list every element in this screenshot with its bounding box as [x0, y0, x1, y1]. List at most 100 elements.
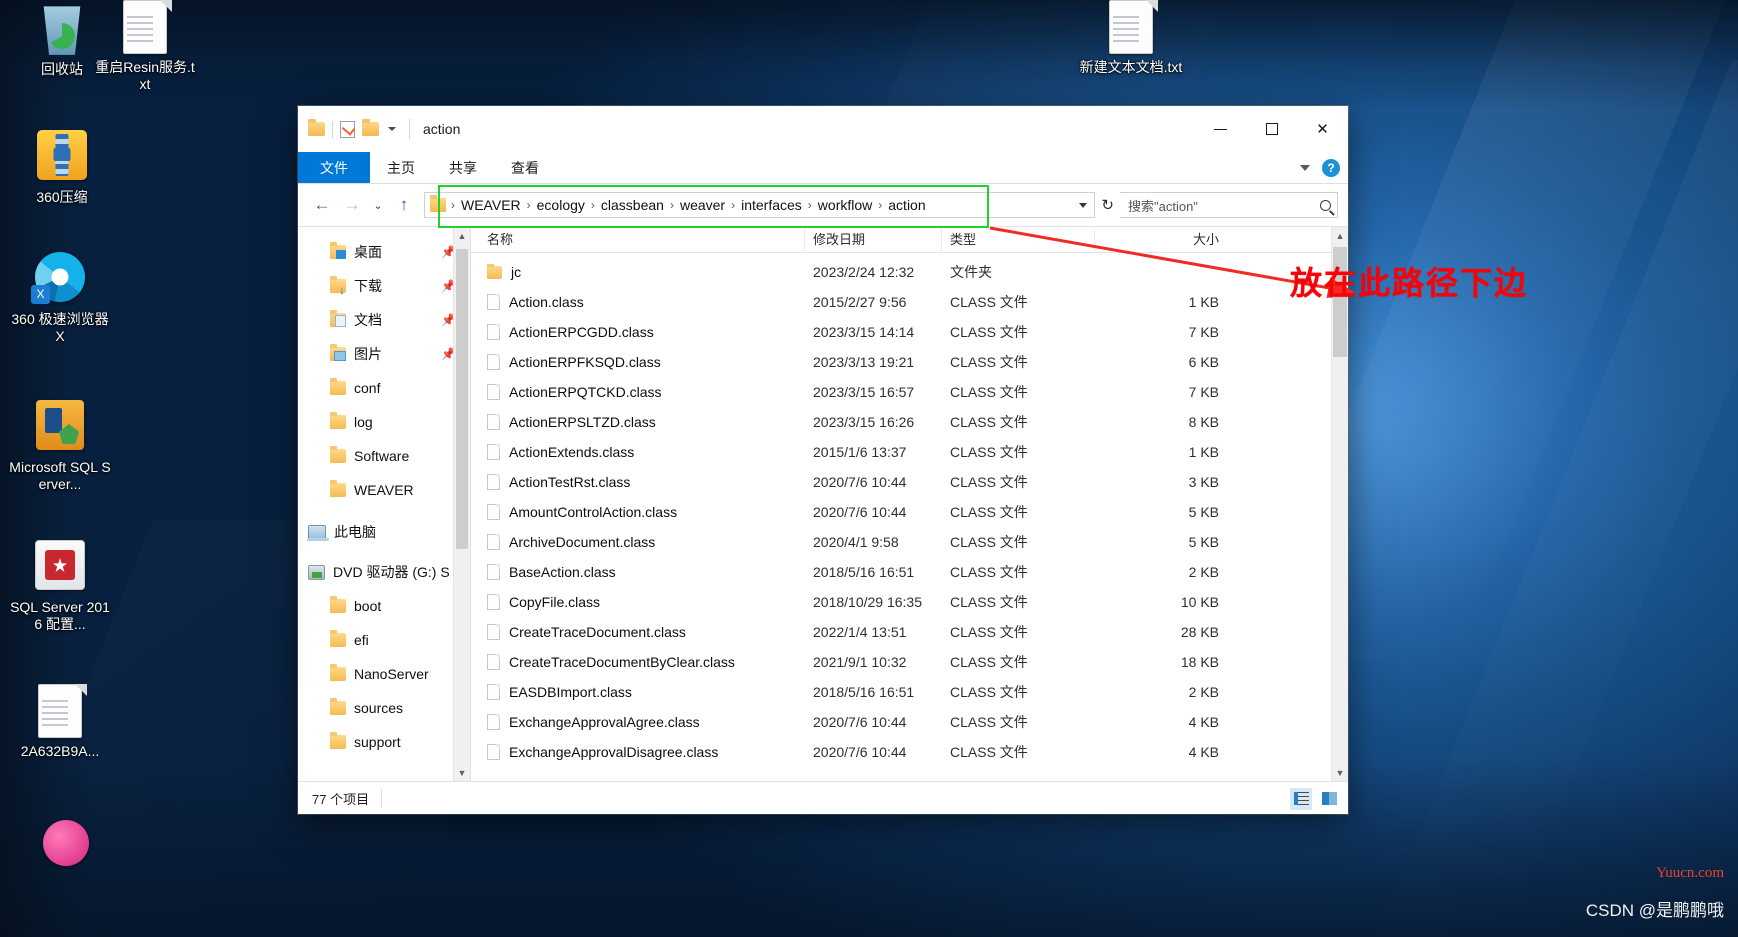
large-icons-view-button[interactable]: [1318, 788, 1340, 810]
breadcrumb-item-workflow[interactable]: workflow: [813, 195, 877, 215]
sidebar-item-sources[interactable]: sources: [298, 691, 470, 725]
desktop-icon-microsoft-sql-server[interactable]: Microsoft SQL Server...: [8, 400, 112, 493]
table-row[interactable]: ExchangeApprovalDisagree.class 2020/7/6 …: [471, 737, 1348, 767]
chevron-down-icon[interactable]: [1079, 202, 1088, 208]
search-input[interactable]: 搜索"action": [1120, 192, 1338, 218]
sidebar-item-support[interactable]: support: [298, 725, 470, 759]
desktop-icon-360-browser-x[interactable]: X 360 极速浏览器X: [8, 252, 112, 345]
sidebar-item-pictures[interactable]: 图片 📌: [298, 337, 470, 371]
close-icon: ✕: [1316, 121, 1329, 138]
up-button[interactable]: ↑: [390, 191, 418, 219]
table-row[interactable]: ExchangeApprovalAgree.class 2020/7/6 10:…: [471, 707, 1348, 737]
column-header-date[interactable]: 修改日期: [805, 226, 942, 253]
help-icon[interactable]: ?: [1322, 159, 1340, 177]
sidebar-item-efi[interactable]: efi: [298, 623, 470, 657]
search-icon[interactable]: [1320, 199, 1331, 211]
sidebar-item-nanoserver[interactable]: NanoServer: [298, 657, 470, 691]
ribbon-right-controls: ?: [1300, 152, 1340, 184]
file-name-cell: ExchangeApprovalDisagree.class: [479, 744, 805, 760]
file-type-cell: CLASS 文件: [950, 744, 1028, 760]
breadcrumb-item-weaver2[interactable]: weaver: [675, 195, 730, 215]
scroll-up-icon[interactable]: ▲: [1332, 227, 1348, 244]
scroll-down-icon[interactable]: ▼: [1332, 764, 1348, 781]
sidebar-item-this-pc[interactable]: 此电脑: [298, 515, 470, 549]
table-row[interactable]: BaseAction.class 2018/5/16 16:51 CLASS 文…: [471, 557, 1348, 587]
chevron-down-icon[interactable]: [388, 127, 396, 131]
column-header-name[interactable]: 名称: [479, 226, 805, 253]
file-name-cell: ActionERPQTCKD.class: [479, 384, 805, 400]
maximize-button[interactable]: [1246, 106, 1297, 152]
tab-share[interactable]: 共享: [432, 152, 494, 183]
table-row[interactable]: jc 2023/2/24 12:32 文件夹: [471, 257, 1348, 287]
ribbon-tab-bar: 文件 主页 共享 查看 ?: [298, 152, 1348, 184]
table-row[interactable]: ActionTestRst.class 2020/7/6 10:44 CLASS…: [471, 467, 1348, 497]
file-list-scrollbar[interactable]: ▲ ▼: [1331, 227, 1348, 781]
table-row[interactable]: ActionERPSLTZD.class 2023/3/15 16:26 CLA…: [471, 407, 1348, 437]
address-bar[interactable]: › WEAVER › ecology › classbean › weaver …: [424, 192, 1096, 218]
new-folder-icon[interactable]: [362, 119, 379, 136]
refresh-button[interactable]: ↻: [1097, 196, 1118, 214]
column-header-size[interactable]: 大小: [1095, 227, 1227, 253]
breadcrumb-item-weaver[interactable]: WEAVER: [456, 195, 526, 215]
scroll-up-icon[interactable]: ▲: [454, 227, 470, 244]
breadcrumb-item-ecology[interactable]: ecology: [532, 195, 590, 215]
table-row[interactable]: AmountControlAction.class 2020/7/6 10:44…: [471, 497, 1348, 527]
breadcrumb-item-interfaces[interactable]: interfaces: [736, 195, 807, 215]
breadcrumb-item-classbean[interactable]: classbean: [596, 195, 669, 215]
sidebar-item-dvd-drive[interactable]: DVD 驱动器 (G:) S: [298, 555, 470, 589]
file-type-cell: CLASS 文件: [950, 354, 1028, 370]
desktop-icon-2a632b9a[interactable]: 2A632B9A...: [8, 684, 112, 760]
scroll-down-icon[interactable]: ▼: [454, 764, 470, 781]
column-header-type[interactable]: 类型: [942, 226, 1095, 253]
desktop-icon-restart-resin-txt[interactable]: 重启Resin服务.txt: [93, 0, 197, 93]
table-row[interactable]: EASDBImport.class 2018/5/16 16:51 CLASS …: [471, 677, 1348, 707]
desktop-icon-new-text-document-txt[interactable]: 新建文本文档.txt: [1079, 0, 1183, 76]
folder-download-icon: [330, 276, 346, 296]
sidebar-item-downloads[interactable]: 下载 📌: [298, 269, 470, 303]
table-row[interactable]: CreateTraceDocument.class 2022/1/4 13:51…: [471, 617, 1348, 647]
expand-ribbon-icon[interactable]: [1300, 165, 1310, 171]
desktop-icon-pink-app[interactable]: [14, 820, 118, 879]
scrollbar-thumb[interactable]: [456, 249, 468, 549]
table-row[interactable]: ActionERPCGDD.class 2023/3/15 14:14 CLAS…: [471, 317, 1348, 347]
sidebar-item-software[interactable]: Software: [298, 439, 470, 473]
sidebar-item-label: WEAVER: [354, 482, 414, 498]
tab-view[interactable]: 查看: [494, 152, 556, 183]
sidebar-item-weaver[interactable]: WEAVER: [298, 473, 470, 507]
file-date-cell: 2018/5/16 16:51: [813, 564, 915, 580]
folder-icon[interactable]: [308, 119, 325, 136]
sidebar-item-boot[interactable]: boot: [298, 589, 470, 623]
sidebar-item-conf[interactable]: conf: [298, 371, 470, 405]
table-row[interactable]: Action.class 2015/2/27 9:56 CLASS 文件 1 K…: [471, 287, 1348, 317]
navigation-scrollbar[interactable]: ▲ ▼: [453, 227, 470, 781]
desktop-icon-360-zip[interactable]: 360压缩: [10, 130, 114, 206]
sidebar-item-log[interactable]: log: [298, 405, 470, 439]
sidebar-item-documents[interactable]: 文档 📌: [298, 303, 470, 337]
desktop-icon-sql-server-2016-config[interactable]: SQL Server 2016 配置...: [8, 540, 112, 633]
properties-icon[interactable]: [340, 120, 355, 138]
file-date-cell: 2018/5/16 16:51: [813, 684, 915, 700]
quick-access-toolbar: [308, 119, 396, 138]
back-button[interactable]: ←: [308, 191, 336, 219]
table-row[interactable]: ActionExtends.class 2015/1/6 13:37 CLASS…: [471, 437, 1348, 467]
tab-home[interactable]: 主页: [370, 152, 432, 183]
file-name: CreateTraceDocumentByClear.class: [509, 654, 735, 670]
recent-locations-button[interactable]: ⌄: [368, 191, 388, 219]
folder-icon: [330, 412, 346, 429]
tab-file[interactable]: 文件: [298, 152, 370, 183]
file-name: ActionERPCGDD.class: [509, 324, 654, 340]
table-row[interactable]: ArchiveDocument.class 2020/4/1 9:58 CLAS…: [471, 527, 1348, 557]
file-name-cell: ActionERPSLTZD.class: [479, 414, 805, 430]
table-row[interactable]: ActionERPFKSQD.class 2023/3/13 19:21 CLA…: [471, 347, 1348, 377]
details-view-button[interactable]: [1290, 787, 1312, 810]
close-button[interactable]: ✕: [1297, 106, 1348, 152]
table-row[interactable]: CreateTraceDocumentByClear.class 2021/9/…: [471, 647, 1348, 677]
file-type-cell: CLASS 文件: [950, 414, 1028, 430]
sidebar-item-desktop[interactable]: 桌面 📌: [298, 235, 470, 269]
table-row[interactable]: CopyFile.class 2018/10/29 16:35 CLASS 文件…: [471, 587, 1348, 617]
table-row[interactable]: ActionERPQTCKD.class 2023/3/15 16:57 CLA…: [471, 377, 1348, 407]
minimize-button[interactable]: [1195, 106, 1246, 152]
file-date-cell: 2023/2/24 12:32: [813, 264, 915, 280]
breadcrumb-item-action[interactable]: action: [883, 195, 930, 215]
forward-button[interactable]: →: [338, 191, 366, 219]
